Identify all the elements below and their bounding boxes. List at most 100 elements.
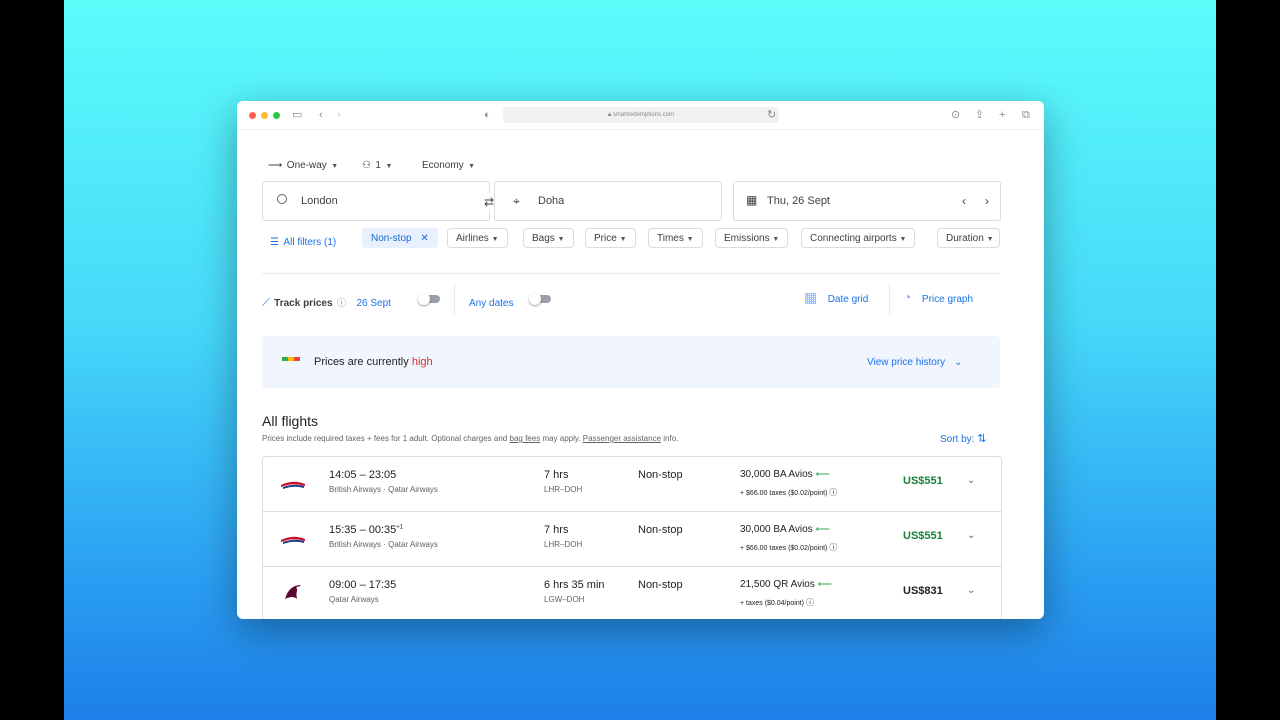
taxes-text: + $66.00 taxes ($0.02/point) bbox=[740, 490, 828, 497]
track-date-toggle[interactable] bbox=[418, 293, 440, 305]
zoom-window-button[interactable] bbox=[273, 112, 280, 119]
address-bar[interactable]: 🔒︎ smartredemptions.com bbox=[503, 107, 779, 123]
date-grid-button[interactable]: ▦ Date grid bbox=[804, 289, 868, 307]
next-date-icon[interactable]: › bbox=[985, 194, 989, 208]
track-prices-label: Track prices bbox=[274, 298, 333, 309]
view-price-history-label: View price history bbox=[867, 357, 946, 368]
price-graph-button[interactable]: ◔ Price graph bbox=[903, 289, 973, 307]
flight-times: 14:05 – 23:05 bbox=[329, 469, 397, 481]
view-price-history-link[interactable]: View price history ⌄ bbox=[867, 357, 962, 368]
flight-row[interactable]: 15:35 – 00:35+1 British Airways · Qatar … bbox=[263, 512, 1001, 567]
trip-type-label: One-way bbox=[286, 160, 327, 171]
info-icon: ⓘ bbox=[829, 543, 838, 552]
non-stop-chip[interactable]: Non-stop ✕ bbox=[362, 228, 438, 248]
emissions-filter-chip[interactable]: Emissions ▼ bbox=[715, 228, 789, 248]
chevron-down-icon: ▼ bbox=[491, 236, 499, 243]
origin-circle-icon bbox=[277, 194, 287, 204]
forward-icon[interactable]: › bbox=[337, 108, 341, 122]
shield-icon[interactable]: ◐ bbox=[484, 108, 491, 122]
chevron-down-icon: ▼ bbox=[686, 236, 694, 243]
destination-value: Doha bbox=[538, 195, 565, 207]
download-icon[interactable]: ⊙ bbox=[951, 108, 960, 122]
price-level-banner: Prices are currently high View price his… bbox=[262, 336, 1000, 388]
origin-field[interactable]: London bbox=[262, 181, 490, 221]
chevron-down-icon: ▼ bbox=[772, 236, 780, 243]
disclaimer-text: Prices include required taxes + fees for… bbox=[262, 434, 508, 443]
chip-label: Times bbox=[657, 233, 684, 244]
browser-titlebar: ▭ ‹ › ◐ 🔒︎ smartredemptions.com ↻ ⊙ ⇪ + … bbox=[237, 101, 1044, 130]
destination-field[interactable]: ⌖ Doha bbox=[494, 181, 722, 221]
lock-icon: 🔒︎ bbox=[608, 112, 612, 118]
origin-value: London bbox=[301, 195, 338, 207]
share-icon[interactable]: ⇪ bbox=[975, 108, 984, 122]
duration-filter-chip[interactable]: Duration ▼ bbox=[937, 228, 1000, 248]
url-text: smartredemptions.com bbox=[612, 112, 674, 118]
passenger-assistance-link[interactable]: Passenger assistance bbox=[583, 434, 661, 443]
chevron-down-icon: ▼ bbox=[899, 236, 907, 243]
minimize-window-button[interactable] bbox=[261, 112, 268, 119]
passengers-select[interactable]: ⚇ 1 ▼ bbox=[362, 155, 392, 173]
expand-chevron-icon[interactable]: ⌄ bbox=[967, 475, 975, 486]
new-tab-icon[interactable]: + bbox=[999, 108, 1005, 122]
date-grid-icon: ▦ bbox=[804, 289, 818, 305]
flight-route: LGW–DOH bbox=[544, 595, 585, 604]
bag-fees-link[interactable]: bag fees bbox=[510, 434, 541, 443]
calendar-icon: ▦ bbox=[746, 193, 758, 207]
trending-icon: ⟋ bbox=[262, 297, 270, 309]
bags-filter-chip[interactable]: Bags ▼ bbox=[523, 228, 574, 248]
disclaimer-text: info. bbox=[663, 434, 679, 443]
chevron-down-icon: ▼ bbox=[557, 236, 565, 243]
previous-date-icon[interactable]: ‹ bbox=[962, 194, 966, 208]
flight-row[interactable]: 09:00 – 17:35 Qatar Airways 6 hrs 35 min… bbox=[263, 567, 1001, 619]
close-window-button[interactable] bbox=[249, 112, 256, 119]
flight-row[interactable]: 14:05 – 23:05 British Airways · Qatar Ai… bbox=[263, 457, 1001, 512]
any-dates-toggle[interactable] bbox=[529, 293, 551, 305]
all-filters-button[interactable]: ☰ All filters (1) bbox=[270, 232, 336, 250]
flight-times: 15:35 – 00:35+1 bbox=[329, 524, 403, 536]
flight-avios: 30,000 BA Avios ⟵ bbox=[740, 469, 830, 480]
avios-amount: 30,000 BA Avios bbox=[740, 524, 813, 535]
cabin-select[interactable]: Economy ▼ bbox=[422, 155, 475, 173]
track-prices-group: ⟋ Track prices ⓘ 26 Sept bbox=[262, 293, 391, 311]
sort-by-button[interactable]: Sort by: ⇅ bbox=[940, 432, 986, 445]
flight-stops: Non-stop bbox=[638, 469, 683, 481]
chip-label: Bags bbox=[532, 233, 555, 244]
info-icon[interactable]: ⓘ bbox=[337, 298, 346, 308]
passengers-count: 1 bbox=[375, 160, 381, 171]
disclaimer-text: may apply. bbox=[542, 434, 581, 443]
airlines-filter-chip[interactable]: Airlines ▼ bbox=[447, 228, 508, 248]
chip-label: Duration bbox=[946, 233, 984, 244]
chevron-down-icon: ▼ bbox=[986, 236, 994, 243]
browser-window: ▭ ‹ › ◐ 🔒︎ smartredemptions.com ↻ ⊙ ⇪ + … bbox=[237, 101, 1044, 619]
flight-avios: 30,000 BA Avios ⟵ bbox=[740, 524, 830, 535]
departure-date-field[interactable]: ▦ Thu, 26 Sept ‹ › bbox=[733, 181, 1001, 221]
chevron-down-icon: ⌄ bbox=[953, 357, 963, 368]
person-icon: ⚇ bbox=[362, 160, 371, 171]
flight-duration: 6 hrs 35 min bbox=[544, 579, 605, 591]
flight-times-text: 15:35 – 00:35 bbox=[329, 524, 397, 536]
connecting-airports-filter-chip[interactable]: Connecting airports ▼ bbox=[801, 228, 916, 248]
price-graph-icon: ◔ bbox=[903, 289, 912, 305]
flight-price: US$551 bbox=[903, 530, 943, 542]
back-icon[interactable]: ‹ bbox=[319, 108, 323, 122]
trip-type-select[interactable]: ⟶ One-way ▼ bbox=[268, 155, 338, 173]
arrow-left-icon: ⟵ bbox=[815, 524, 830, 535]
price-meter-segment bbox=[294, 357, 300, 361]
next-day-indicator: +1 bbox=[396, 524, 404, 531]
chevron-down-icon: ▼ bbox=[468, 163, 476, 170]
tabs-overview-icon[interactable]: ⧉ bbox=[1022, 108, 1030, 122]
expand-chevron-icon[interactable]: ⌄ bbox=[967, 530, 975, 541]
flight-airline: Qatar Airways bbox=[329, 595, 379, 604]
price-filter-chip[interactable]: Price ▼ bbox=[585, 228, 636, 248]
sidebar-icon[interactable]: ▭ bbox=[292, 108, 302, 122]
flight-route: LHR–DOH bbox=[544, 485, 583, 494]
chip-label: Price bbox=[594, 233, 617, 244]
info-icon: ⓘ bbox=[805, 598, 814, 607]
times-filter-chip[interactable]: Times ▼ bbox=[648, 228, 703, 248]
any-dates-label: Any dates bbox=[469, 298, 514, 309]
reload-icon[interactable]: ↻ bbox=[767, 108, 776, 122]
arrow-left-icon: ⟵ bbox=[817, 579, 832, 590]
close-icon[interactable]: ✕ bbox=[420, 233, 428, 244]
expand-chevron-icon[interactable]: ⌄ bbox=[967, 585, 975, 596]
sort-by-label: Sort by: bbox=[940, 434, 975, 445]
